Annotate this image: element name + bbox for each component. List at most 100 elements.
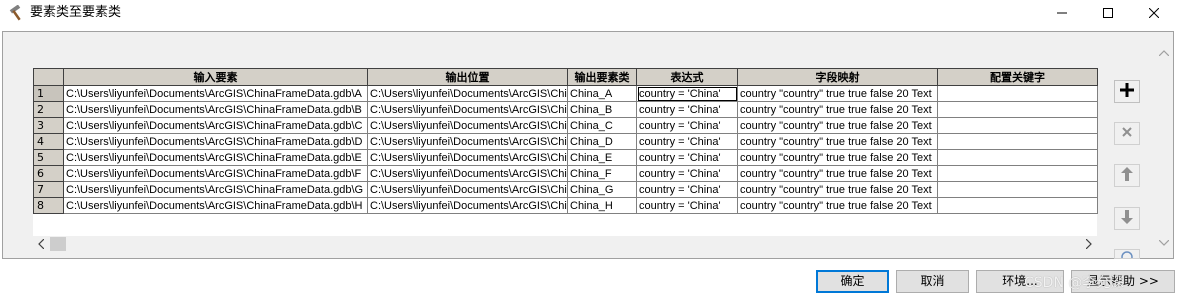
cell-output-name[interactable]: China_D (567, 133, 637, 150)
cell-output-location[interactable]: C:\Users\liyunfei\Documents\ArcGIS\Chi (367, 197, 568, 214)
show-help-button[interactable]: 显示帮助 >> (1071, 270, 1175, 293)
horizontal-scrollbar[interactable] (33, 236, 1097, 252)
scroll-right-icon[interactable] (1081, 236, 1097, 252)
close-button[interactable] (1131, 0, 1177, 28)
cell-output-name[interactable]: China_B (567, 101, 637, 118)
table-row[interactable]: 5 C:\Users\liyunfei\Documents\ArcGIS\Chin… (33, 149, 1098, 166)
add-row-button[interactable] (1114, 80, 1140, 103)
cell-expression[interactable]: country = 'China' (636, 85, 738, 102)
cell-expression[interactable]: country = 'China' (636, 181, 738, 198)
table-row[interactable]: 7 C:\Users\liyunfei\Documents\ArcGIS\Chin… (33, 181, 1098, 198)
cell-config-keyword[interactable] (937, 133, 1098, 150)
row-number[interactable]: 4 (33, 133, 64, 150)
cell-input-feature[interactable]: C:\Users\liyunfei\Documents\ArcGIS\China… (63, 181, 368, 198)
title-bar: 要素类至要素类 (0, 0, 1177, 28)
column-header-config[interactable]: 配置关键字 (937, 68, 1098, 86)
cell-config-keyword[interactable] (937, 149, 1098, 166)
plus-icon (1120, 83, 1134, 100)
minimize-icon (1057, 8, 1067, 21)
cell-output-location[interactable]: C:\Users\liyunfei\Documents\ArcGIS\Chi (367, 149, 568, 166)
cell-input-feature[interactable]: C:\Users\liyunfei\Documents\ArcGIS\China… (63, 117, 368, 134)
cell-output-location[interactable]: C:\Users\liyunfei\Documents\ArcGIS\Chi (367, 133, 568, 150)
arrow-down-icon (1121, 210, 1133, 227)
row-number[interactable]: 8 (33, 197, 64, 214)
cell-config-keyword[interactable] (937, 85, 1098, 102)
column-header-input[interactable]: 输入要素 (63, 68, 368, 86)
cell-config-keyword[interactable] (937, 101, 1098, 118)
row-number[interactable]: 5 (33, 149, 64, 166)
cell-output-name[interactable]: China_A (567, 85, 637, 102)
cell-output-location[interactable]: C:\Users\liyunfei\Documents\ArcGIS\Chi (367, 165, 568, 182)
batch-table: 输入要素 输出位置 输出要素类 表达式 字段映射 配置关键字 1 C:\Users… (33, 68, 1098, 214)
row-number[interactable]: 1 (33, 85, 64, 102)
maximize-button[interactable] (1085, 0, 1131, 28)
cell-expression[interactable]: country = 'China' (636, 133, 738, 150)
cell-config-keyword[interactable] (937, 181, 1098, 198)
move-down-button[interactable] (1114, 207, 1140, 230)
cell-config-keyword[interactable] (937, 197, 1098, 214)
environments-button[interactable]: 环境... (976, 270, 1064, 293)
cell-config-keyword[interactable] (937, 117, 1098, 134)
x-icon (1122, 127, 1132, 140)
cell-output-name[interactable]: China_F (567, 165, 637, 182)
scroll-thumb[interactable] (50, 237, 66, 251)
arrow-up-icon (1121, 167, 1133, 184)
table-row[interactable]: 8 C:\Users\liyunfei\Documents\ArcGIS\Chin… (33, 197, 1098, 214)
table-row[interactable]: 3 C:\Users\liyunfei\Documents\ArcGIS\Chin… (33, 117, 1098, 134)
cell-config-keyword[interactable] (937, 165, 1098, 182)
minimize-button[interactable] (1039, 0, 1085, 28)
vertical-scrollbar[interactable] (1155, 32, 1173, 258)
table-row[interactable]: 1 C:\Users\liyunfei\Documents\ArcGIS\Chin… (33, 85, 1098, 102)
cell-output-name[interactable]: China_G (567, 181, 637, 198)
cell-output-location[interactable]: C:\Users\liyunfei\Documents\ArcGIS\Chi (367, 101, 568, 118)
table-row[interactable]: 6 C:\Users\liyunfei\Documents\ArcGIS\Chin… (33, 165, 1098, 182)
cell-expression[interactable]: country = 'China' (636, 197, 738, 214)
cell-field-mapping[interactable]: country "country" true true false 20 Tex… (737, 181, 938, 198)
row-number[interactable]: 3 (33, 117, 64, 134)
cell-output-location[interactable]: C:\Users\liyunfei\Documents\ArcGIS\Chi (367, 181, 568, 198)
cell-field-mapping[interactable]: country "country" true true false 20 Tex… (737, 165, 938, 182)
cell-output-name[interactable]: China_E (567, 149, 637, 166)
cell-input-feature[interactable]: C:\Users\liyunfei\Documents\ArcGIS\China… (63, 101, 368, 118)
corner-header (33, 68, 64, 86)
cell-output-location[interactable]: C:\Users\liyunfei\Documents\ArcGIS\Chi (367, 85, 568, 102)
cell-field-mapping[interactable]: country "country" true true false 20 Tex… (737, 149, 938, 166)
row-number[interactable]: 6 (33, 165, 64, 182)
cell-output-name[interactable]: China_H (567, 197, 637, 214)
remove-row-button[interactable] (1114, 122, 1140, 145)
cell-field-mapping[interactable]: country "country" true true false 20 Tex… (737, 133, 938, 150)
scroll-up-icon[interactable] (1158, 46, 1170, 59)
move-up-button[interactable] (1114, 164, 1140, 187)
column-header-location[interactable]: 输出位置 (367, 68, 568, 86)
maximize-icon (1103, 7, 1113, 21)
ok-button[interactable]: 确定 (816, 270, 889, 293)
cell-input-feature[interactable]: C:\Users\liyunfei\Documents\ArcGIS\China… (63, 149, 368, 166)
row-number[interactable]: 2 (33, 101, 64, 118)
column-header-output[interactable]: 输出要素类 (567, 68, 637, 86)
table-row[interactable]: 4 C:\Users\liyunfei\Documents\ArcGIS\Chin… (33, 133, 1098, 150)
cell-field-mapping[interactable]: country "country" true true false 20 Tex… (737, 85, 938, 102)
row-number[interactable]: 7 (33, 181, 64, 198)
cell-input-feature[interactable]: C:\Users\liyunfei\Documents\ArcGIS\China… (63, 165, 368, 182)
cell-expression[interactable]: country = 'China' (636, 117, 738, 134)
check-icon (1121, 250, 1133, 258)
cell-expression[interactable]: country = 'China' (636, 165, 738, 182)
column-header-expression[interactable]: 表达式 (636, 68, 738, 86)
cell-output-name[interactable]: China_C (567, 117, 637, 134)
cell-input-feature[interactable]: C:\Users\liyunfei\Documents\ArcGIS\China… (63, 197, 368, 214)
cell-output-location[interactable]: C:\Users\liyunfei\Documents\ArcGIS\Chi (367, 117, 568, 134)
cancel-button[interactable]: 取消 (896, 270, 969, 293)
cell-field-mapping[interactable]: country "country" true true false 20 Tex… (737, 101, 938, 118)
table-row[interactable]: 2 C:\Users\liyunfei\Documents\ArcGIS\Chin… (33, 101, 1098, 118)
cell-expression[interactable]: country = 'China' (636, 149, 738, 166)
column-header-fieldmap[interactable]: 字段映射 (737, 68, 938, 86)
cell-field-mapping[interactable]: country "country" true true false 20 Tex… (737, 197, 938, 214)
scroll-down-icon[interactable] (1158, 236, 1170, 249)
cell-expression[interactable]: country = 'China' (636, 101, 738, 118)
scroll-left-icon[interactable] (33, 236, 49, 252)
hammer-icon (8, 4, 26, 23)
cell-input-feature[interactable]: C:\Users\liyunfei\Documents\ArcGIS\China… (63, 85, 368, 102)
cell-field-mapping[interactable]: country "country" true true false 20 Tex… (737, 117, 938, 134)
cell-input-feature[interactable]: C:\Users\liyunfei\Documents\ArcGIS\China… (63, 133, 368, 150)
check-button[interactable] (1114, 249, 1140, 259)
